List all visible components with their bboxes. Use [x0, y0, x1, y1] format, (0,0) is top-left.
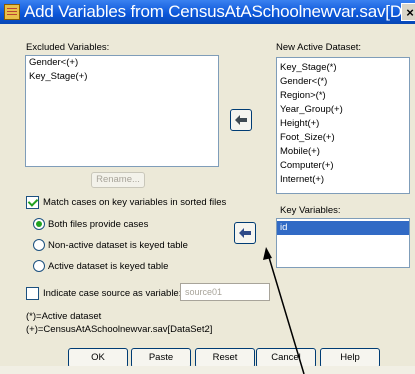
add-variables-dialog: Add Variables from CensusAtASchoolnewvar… — [0, 0, 415, 374]
annotation-arrow-icon — [263, 247, 305, 374]
